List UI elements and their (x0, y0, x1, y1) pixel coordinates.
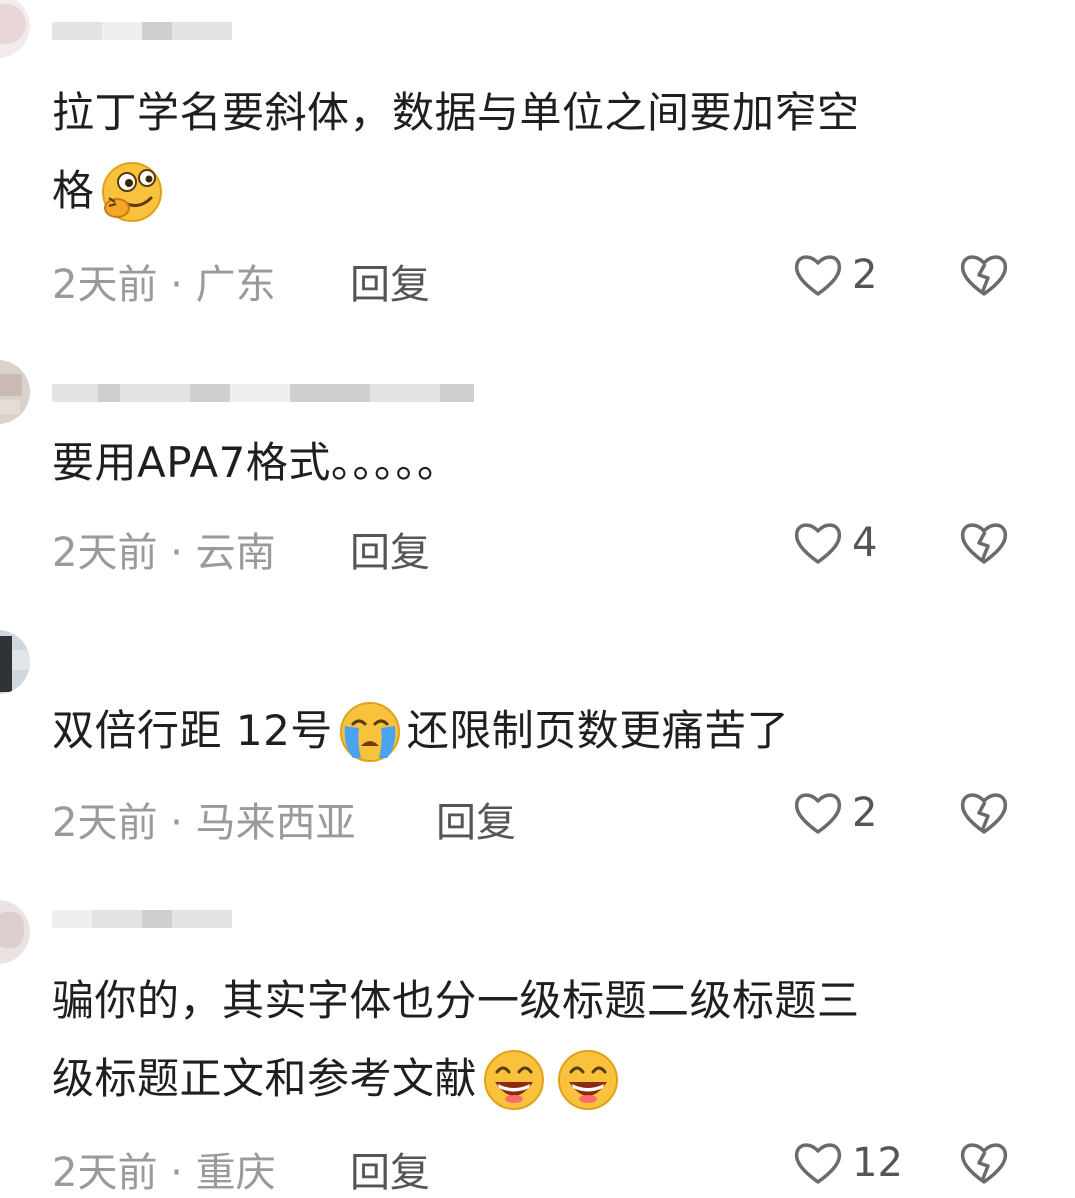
username-blurred[interactable] (52, 378, 492, 408)
heart-outline-icon[interactable] (790, 248, 846, 304)
username-blurred[interactable] (52, 16, 252, 46)
crying-emoji (335, 696, 405, 766)
comment-text: 拉丁学名要斜体，数据与单位之间要加窄空 格 (52, 74, 1022, 230)
avatar[interactable] (0, 0, 30, 58)
time-location: 2天前 · 马来西亚 (52, 800, 356, 846)
reply-button[interactable]: 回复 (350, 252, 430, 310)
reply-button[interactable]: 回复 (436, 790, 516, 848)
comment-meta: 2天前 · 重庆 回复 12 (52, 1140, 1052, 1196)
thinking-smirk-emoji (97, 156, 167, 226)
heart-outline-icon[interactable] (790, 516, 846, 572)
reply-button[interactable]: 回复 (350, 520, 430, 578)
comment-text: 双倍行距 12号 还限制页数更痛苦了 (52, 692, 1022, 770)
avatar[interactable] (0, 900, 30, 964)
broken-heart-icon[interactable] (956, 786, 1012, 842)
avatar[interactable] (0, 360, 30, 424)
time-location: 2天前 · 重庆 (52, 1150, 276, 1196)
broken-heart-icon[interactable] (956, 248, 1012, 304)
like-count: 12 (852, 1140, 903, 1186)
comment-text: 骗你的，其实字体也分一级标题二级标题三 级标题正文和参考文献 (52, 962, 1022, 1118)
comment-meta: 2天前 · 云南 回复 4 (52, 520, 1052, 576)
comment-text: 要用APA7格式。。。。。 (52, 438, 460, 487)
comment-meta: 2天前 · 马来西亚 回复 2 (52, 790, 1052, 846)
username-blurred[interactable] (52, 904, 242, 934)
heart-outline-icon[interactable] (790, 1136, 846, 1192)
time-location: 2天前 · 云南 (52, 530, 276, 576)
comment-meta: 2天前 · 广东 回复 2 (52, 252, 1052, 308)
like-count: 2 (852, 790, 878, 836)
time-location: 2天前 · 广东 (52, 262, 276, 308)
like-count: 2 (852, 252, 878, 298)
grinning-emoji (479, 1044, 549, 1114)
reply-button[interactable]: 回复 (350, 1140, 430, 1198)
heart-outline-icon[interactable] (790, 786, 846, 842)
grinning-emoji (553, 1044, 623, 1114)
like-count: 4 (852, 520, 878, 566)
broken-heart-icon[interactable] (956, 1136, 1012, 1192)
broken-heart-icon[interactable] (956, 516, 1012, 572)
avatar[interactable] (0, 630, 30, 694)
